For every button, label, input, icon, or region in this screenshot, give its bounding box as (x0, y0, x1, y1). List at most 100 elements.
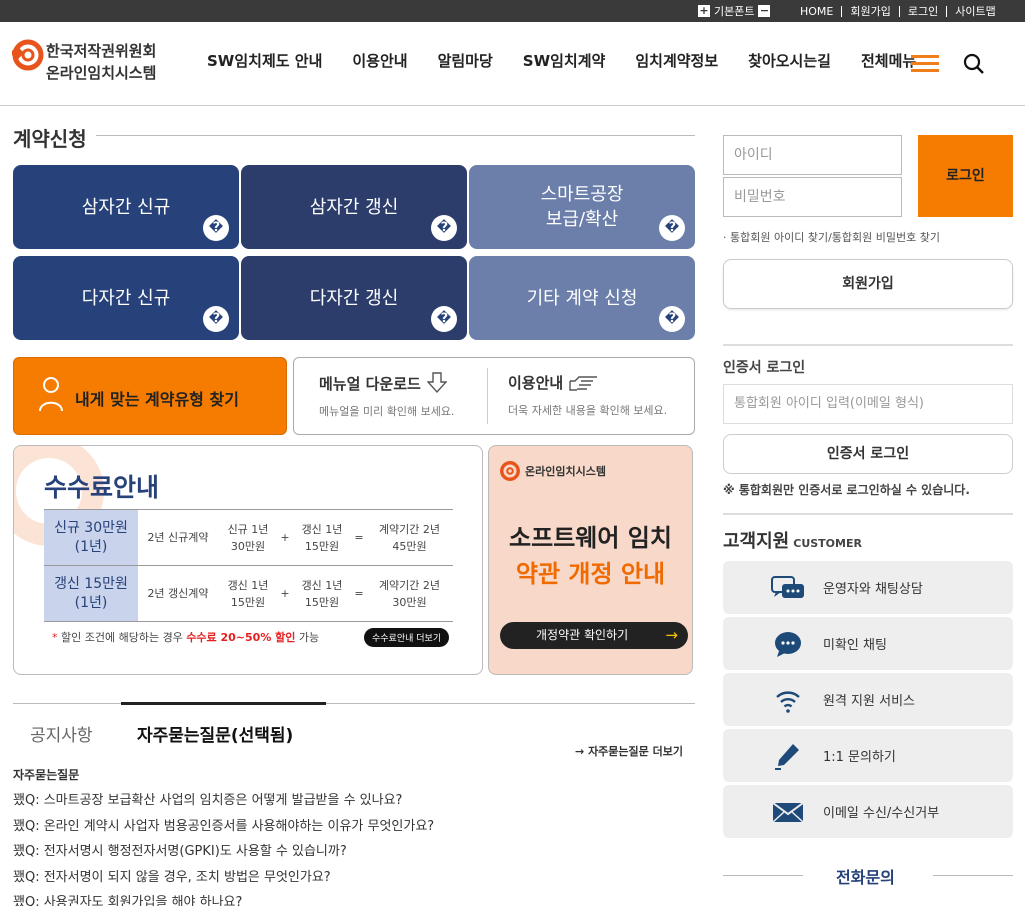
note-text: 할인 조건에 해당하는 경우 (57, 631, 187, 644)
list-item[interactable]: 꽸Q: 전자서명시 행정전자서명(GPKI)도 사용할 수 있습니까? (13, 839, 434, 865)
fee-row-desc: 2년 신규계약 (138, 509, 218, 566)
tile-label: 삼자간 갱신 (309, 196, 399, 218)
support-item-inquiry[interactable]: 1:1 문의하기 (723, 729, 1013, 782)
utility-links: HOME 회원가입 로그인 사이트맵 (800, 3, 1004, 19)
arrow-circle-icon: � (203, 306, 229, 332)
top-utility-bar: + 기본폰트 − HOME 회원가입 로그인 사이트맵 (0, 0, 1025, 22)
copyright-logo-icon[interactable] (12, 39, 44, 71)
tab-notices[interactable]: 공지사항 (30, 721, 93, 746)
banner-logo-text: 온라인임치시스템 (525, 465, 606, 478)
support-item-unread-chat[interactable]: 미확인 채팅 (723, 617, 1013, 670)
fee-title: 수수료안내 (44, 473, 160, 502)
nav-directions[interactable]: 찾아오시는길 (748, 50, 831, 71)
nav-sw-escrow-guide[interactable]: SW임치제도 안내 (207, 50, 322, 71)
site-header: 한국저작권위원회 온라인임치시스템 SW임치제도 안내 이용안내 알림마당 SW… (0, 22, 1025, 106)
download-arrow-icon (426, 372, 447, 394)
support-item-label: 1:1 문의하기 (823, 750, 896, 765)
list-item[interactable]: 꽸Q: 전자서명이 되지 않을 경우, 조치 방법은 무엇인가요? (13, 865, 434, 891)
fee-info-box: 수수료안내 신규 30만원 (1년) 2년 신규계약 신규 1년 30만원 + … (13, 445, 483, 675)
list-item[interactable]: 꽸Q: 스마트공장 보급확산 사업의 임치증은 어떻게 발급받을 수 있나요? (13, 788, 434, 814)
fee-row-b: 갱신 1년 15만원 (292, 509, 352, 566)
hamburger-icon[interactable] (911, 55, 939, 72)
list-item[interactable]: 꽸Q: 사용권자도 회원가입을 해야 하나요? (13, 890, 434, 906)
support-item-email[interactable]: 이메일 수신/수신거부 (723, 785, 1013, 838)
plus-sign: + (278, 509, 292, 566)
envelope-icon (772, 802, 804, 823)
tile-label: 다자간 갱신 (309, 287, 399, 309)
nav-sw-contract[interactable]: SW임치계약 (523, 50, 606, 71)
check-terms-button[interactable]: 개정약관 확인하기 → (500, 622, 688, 649)
id-input[interactable]: 아이디 (723, 135, 902, 175)
table-row: 갱신 15만원 (1년) 2년 갱신계약 갱신 1년 15만원 + 갱신 1년 … (44, 565, 453, 622)
font-label: 기본폰트 (714, 5, 755, 18)
login-link[interactable]: 로그인 (900, 3, 946, 19)
nav-all-menu[interactable]: 전체메뉴 (861, 50, 916, 71)
find-type-label: 내게 맞는 계약유형 찾기 (75, 390, 239, 409)
password-input[interactable]: 비밀번호 (723, 177, 902, 217)
plus-sign: + (278, 565, 292, 622)
usage-guide-link[interactable]: 이용안내 더욱 자세한 내용을 확인해 보세요. (508, 372, 667, 418)
manual-desc: 메뉴얼을 미리 확인해 보세요. (319, 405, 455, 418)
pointing-hand-icon (569, 375, 598, 391)
fee-row-total: 계약기간 2년 45만원 (366, 509, 453, 566)
tile-three-party-new[interactable]: 삼자간 신규 � (13, 165, 239, 249)
tab-faq[interactable]: 자주묻는질문(선택됨) (137, 721, 293, 746)
note-tail: 가능 (295, 631, 320, 644)
find-id-password-link[interactable]: · 통합회원 아이디 찾기/통합회원 비밀번호 찾기 (723, 229, 940, 245)
font-decrease-button[interactable]: − (758, 5, 771, 17)
tile-other-contract[interactable]: 기타 계약 신청 � (469, 256, 695, 340)
tile-smart-factory[interactable]: 스마트공장 보급/확산 � (469, 165, 695, 249)
nav-contract-info[interactable]: 임치계약정보 (635, 50, 718, 71)
fee-row-head: 갱신 15만원 (1년) (44, 565, 138, 622)
arrow-circle-icon: � (659, 306, 685, 332)
cert-login-button[interactable]: 인증서 로그인 (723, 434, 1013, 474)
support-item-label: 미확인 채팅 (823, 638, 887, 653)
support-item-chat[interactable]: 운영자와 채팅상담 (723, 561, 1013, 614)
divider (933, 875, 1013, 876)
wifi-icon (776, 691, 800, 713)
list-item[interactable]: 꽸Q: 온라인 계약시 사업자 범용공인증서를 사용해야하는 이유가 무엇인가요… (13, 814, 434, 840)
home-link[interactable]: HOME (800, 5, 841, 18)
logo-line2: 온라인임치시스템 (46, 64, 157, 82)
fee-row-desc: 2년 갱신계약 (138, 565, 218, 622)
signup-link[interactable]: 회원가입 (842, 3, 898, 19)
search-icon[interactable] (963, 53, 985, 75)
fee-row-b: 갱신 1년 15만원 (292, 565, 352, 622)
find-contract-type-button[interactable]: 내게 맞는 계약유형 찾기 (13, 357, 287, 435)
fee-row-a: 신규 1년 30만원 (218, 509, 278, 566)
site-logo-text[interactable]: 한국저작권위원회 온라인임치시스템 (46, 40, 156, 84)
manual-download-link[interactable]: 메뉴얼 다운로드 메뉴얼을 미리 확인해 보세요. (319, 372, 454, 419)
tile-multi-party-renew[interactable]: 다자간 갱신 � (241, 256, 467, 340)
customer-title: 고객지원 CUSTOMER (723, 527, 862, 553)
support-item-label: 운영자와 채팅상담 (823, 582, 923, 597)
chat-bubbles-icon (771, 576, 804, 598)
guide-title: 이용안내 (508, 374, 564, 392)
equals-sign: = (352, 565, 366, 622)
fee-more-button[interactable]: 수수료안내 더보기 (364, 628, 450, 647)
tile-label: 다자간 신규 (81, 287, 171, 309)
font-increase-button[interactable]: + (698, 5, 710, 17)
customer-subtitle: CUSTOMER (793, 537, 862, 550)
divider (723, 344, 1013, 346)
person-icon (39, 377, 63, 412)
sitemap-link[interactable]: 사이트맵 (947, 3, 1003, 19)
phone-inquiry-title: 전화문의 (836, 868, 895, 887)
arrow-circle-icon: � (431, 215, 457, 241)
cert-id-input[interactable]: 통합회원 아이디 입력(이메일 형식) (723, 384, 1013, 424)
support-item-remote[interactable]: 원격 지원 서비스 (723, 673, 1013, 726)
fee-row-head: 신규 30만원 (1년) (44, 509, 138, 566)
nav-notices[interactable]: 알림마당 (438, 50, 493, 71)
fee-table: 신규 30만원 (1년) 2년 신규계약 신규 1년 30만원 + 갱신 1년 … (44, 509, 453, 622)
signup-button[interactable]: 회원가입 (723, 259, 1013, 309)
support-item-label: 이메일 수신/수신거부 (823, 806, 940, 821)
customer-title-text: 고객지원 (723, 531, 790, 552)
faq-heading: 자주묻는질문 (13, 768, 80, 782)
faq-more-link[interactable]: → 자주묻는질문 더보기 (575, 743, 683, 759)
login-button[interactable]: 로그인 (918, 135, 1013, 217)
info-links-box: 메뉴얼 다운로드 메뉴얼을 미리 확인해 보세요. 이용안내 더욱 자세한 내용… (293, 357, 695, 435)
tile-multi-party-new[interactable]: 다자간 신규 � (13, 256, 239, 340)
tile-three-party-renew[interactable]: 삼자간 갱신 � (241, 165, 467, 249)
manual-title: 메뉴얼 다운로드 (319, 374, 421, 393)
terms-revision-banner[interactable]: 온라인임치시스템 소프트웨어 임치 약관 개정 안내 개정약관 확인하기 → (488, 445, 693, 675)
nav-usage-guide[interactable]: 이용안내 (352, 50, 407, 71)
